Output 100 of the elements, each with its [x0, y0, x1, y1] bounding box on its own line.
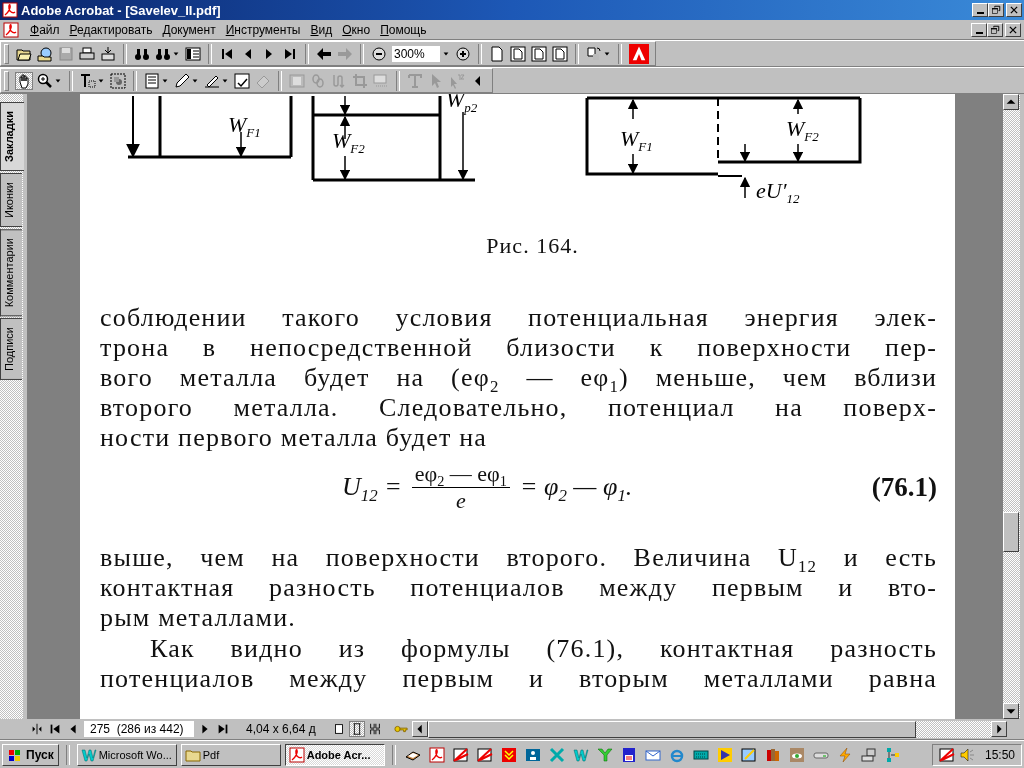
- computer-icon[interactable]: [860, 746, 877, 763]
- scroll-right-icon[interactable]: [991, 720, 1007, 737]
- scroll-left-icon[interactable]: [411, 720, 428, 737]
- text-line: ности первого металла будет на: [100, 423, 489, 453]
- close-icon: [1008, 24, 1018, 35]
- split-icon[interactable]: [30, 722, 44, 736]
- restore-icon: [991, 5, 1001, 15]
- window-title: Adobe Acrobat - [Savelev_II.pdf]: [21, 2, 221, 18]
- figure-label: eU′$_{12}$: [756, 178, 800, 206]
- vertical-scrollbar[interactable]: [1003, 94, 1024, 719]
- horizontal-scrollbar[interactable]: [411, 720, 1007, 738]
- text-line: второго металла. Следовательно, потенциал на поверх-: [100, 393, 937, 423]
- spell-check-icon[interactable]: [234, 72, 250, 89]
- close-button[interactable]: [1006, 3, 1022, 17]
- restore-icon: [990, 24, 1000, 35]
- menu-item[interactable]: Документ: [157, 22, 221, 37]
- text-select-icon[interactable]: [80, 72, 96, 89]
- scroll-up-icon[interactable]: [1003, 94, 1019, 110]
- minimize-icon: [975, 31, 983, 34]
- speaker-icon[interactable]: [958, 746, 975, 763]
- zoom-field[interactable]: 300%: [392, 45, 440, 62]
- page-frame-icon[interactable]: [510, 45, 526, 62]
- side-tab[interactable]: Комментарии: [0, 229, 22, 317]
- figure-label: W$_{F2}$: [786, 116, 819, 144]
- menu-item[interactable]: Инструменты: [220, 22, 306, 37]
- page-arrow-icon[interactable]: [552, 45, 568, 62]
- minimize-button[interactable]: [971, 22, 987, 37]
- facing-pages-icon[interactable]: [367, 722, 382, 736]
- side-tab[interactable]: Иконки: [0, 173, 22, 227]
- side-tab[interactable]: Подписи: [0, 318, 22, 381]
- text-line: рым металлами.: [100, 603, 298, 633]
- close-button[interactable]: [1005, 22, 1021, 37]
- word-icon: [80, 746, 97, 763]
- scroll-thumb[interactable]: [427, 720, 916, 738]
- taskbar-button[interactable]: Adobe Acr...: [284, 743, 385, 766]
- page-number-field[interactable]: 275 (286 из 442): [84, 721, 194, 737]
- text-line: потенциалов между первым и вторым металлами равна: [100, 664, 937, 694]
- pencil-icon[interactable]: [174, 72, 190, 89]
- restore-button[interactable]: [988, 3, 1004, 17]
- person-icon[interactable]: [524, 746, 541, 763]
- text-line: трона в непосредственной близости к поверхности пер-: [100, 333, 937, 363]
- text-line: вого металла будет на (eφ$_{2}$ — eφ$_{1}$) меньше, чем вблизи: [100, 363, 937, 393]
- page-size-text: 4,04 x 6,64 д: [245, 722, 317, 736]
- taskbar-button[interactable]: Microsoft Wo...: [76, 743, 177, 766]
- first-page-icon[interactable]: [48, 722, 62, 736]
- tray-icon[interactable]: [100, 45, 116, 62]
- menu-item[interactable]: Окно: [337, 22, 376, 37]
- start-button[interactable]: Пуск: [2, 743, 59, 766]
- minimize-button[interactable]: [972, 3, 988, 17]
- last-page-icon[interactable]: [216, 722, 230, 736]
- figure-caption: Рис. 164.: [485, 232, 580, 260]
- text-line: Как видно из формулы (76.1), контактная разность: [149, 634, 937, 664]
- scroll-down-icon[interactable]: [1003, 703, 1019, 719]
- document-icon: [3, 21, 19, 38]
- figure-label: W$_{F2}$: [332, 128, 365, 156]
- play-icon[interactable]: [716, 746, 733, 763]
- continuous-page-icon[interactable]: [349, 722, 364, 736]
- chevron-icon[interactable]: [500, 746, 517, 763]
- note-icon[interactable]: [144, 72, 160, 89]
- figure-label: W$_{F1}$: [620, 126, 653, 154]
- taskbar-button[interactable]: Pdf: [180, 743, 281, 766]
- menu-item[interactable]: Помощь: [375, 22, 432, 37]
- folder-globe-icon[interactable]: [37, 45, 53, 62]
- floppy-icon[interactable]: [620, 746, 637, 763]
- graphics-select-icon[interactable]: [110, 72, 126, 89]
- text-line: контактная разность потенциалов между первым и вто-: [100, 573, 937, 603]
- eye-icon[interactable]: [788, 746, 805, 763]
- books-icon[interactable]: [764, 746, 781, 763]
- page-icon[interactable]: [489, 45, 505, 62]
- document-icon: [288, 746, 305, 763]
- document-icon: [2, 2, 18, 18]
- close-icon: [1009, 5, 1019, 15]
- fraction: eφ$_{2}$ — eφ$_{1}$ e: [411, 460, 510, 514]
- checkbox-icon[interactable]: [938, 746, 955, 763]
- zoom-in-icon[interactable]: [455, 45, 471, 62]
- zoom-tool-icon[interactable]: [37, 72, 53, 89]
- minimize-icon: [976, 12, 984, 14]
- document-icon[interactable]: [428, 746, 445, 763]
- clock: 15:50: [983, 747, 1015, 762]
- menu-item[interactable]: Редактировать: [64, 22, 158, 37]
- text-line: выше, чем на поверхности второго. Величина U$_{12}$ и есть: [100, 543, 937, 573]
- menu-item[interactable]: Вид: [305, 22, 338, 37]
- text-line: соблюдении такого условия потенциальная энергия элек-: [100, 303, 937, 333]
- panel-icon[interactable]: [185, 45, 201, 62]
- equation-number: (76.1): [871, 471, 937, 503]
- checkbox-icon[interactable]: [476, 746, 493, 763]
- hand-tool-icon[interactable]: [16, 72, 32, 89]
- side-tab[interactable]: Закладки: [0, 102, 24, 171]
- network-icon[interactable]: [884, 746, 901, 763]
- adobe-logo-icon[interactable]: [629, 43, 649, 64]
- figure-label: W$_{F1}$: [228, 112, 261, 140]
- zoom-out-icon[interactable]: [371, 45, 387, 62]
- menu-item[interactable]: Файл: [25, 22, 65, 37]
- formula-text: U$_{12}$ =: [342, 472, 402, 502]
- scroll-thumb[interactable]: [1003, 512, 1019, 552]
- page-frame-icon[interactable]: [531, 45, 547, 62]
- restore-button[interactable]: [987, 22, 1003, 37]
- formula-text: = φ$_{2}$ — φ$_{1}$.: [519, 472, 633, 502]
- checkbox-icon[interactable]: [452, 746, 469, 763]
- print-icon[interactable]: [79, 45, 95, 62]
